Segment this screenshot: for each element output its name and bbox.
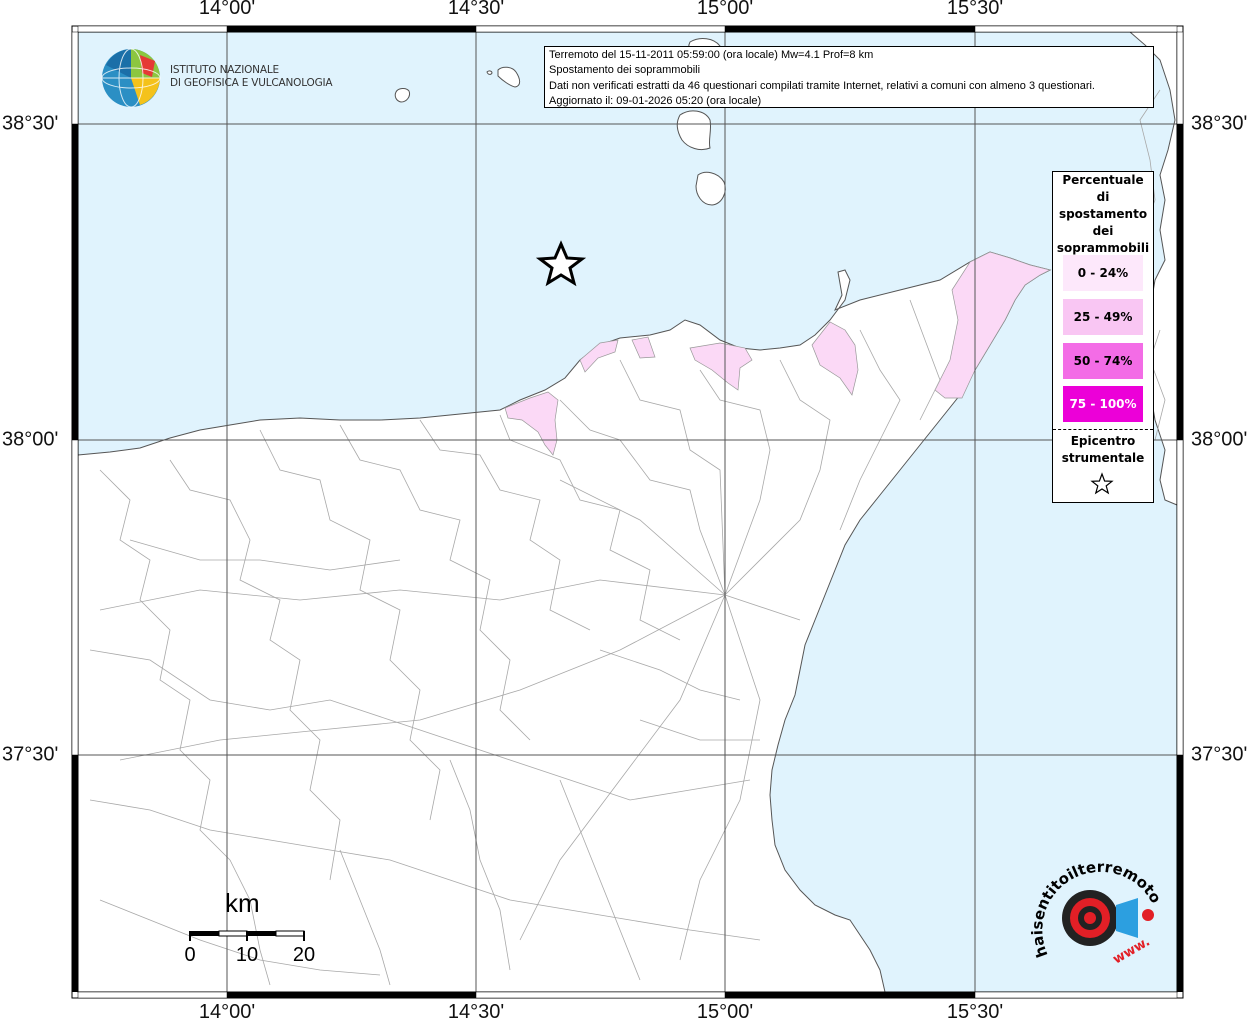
haisentito-url-text: www. bbox=[1111, 934, 1153, 967]
lon-label-bottom-1: 14°00' bbox=[198, 1001, 256, 1023]
scale-tick-20: 20 bbox=[292, 944, 316, 966]
lon-label-bottom-4: 15°30' bbox=[946, 1001, 1004, 1023]
legend-item-75-100: 75 - 100% bbox=[1063, 386, 1143, 422]
legend-epicenter-label: Epicentro strumentale bbox=[1053, 433, 1153, 467]
lat-label-left-2: 38°00' bbox=[2, 428, 59, 451]
legend-title: Percentuale di spostamento dei soprammob… bbox=[1053, 172, 1153, 257]
lon-label-top-1: 14°00' bbox=[198, 0, 256, 19]
scale-unit-label: km bbox=[225, 888, 260, 918]
scale-tick-0: 0 bbox=[184, 944, 196, 966]
legend: Percentuale di spostamento dei soprammob… bbox=[1052, 171, 1154, 503]
lat-label-left-1: 38°30' bbox=[2, 112, 59, 135]
legend-title-line-2: di bbox=[1096, 190, 1110, 204]
lat-label-right-3: 37°30' bbox=[1191, 743, 1248, 766]
legend-epicenter-line-2: strumentale bbox=[1061, 451, 1145, 465]
legend-separator bbox=[1053, 429, 1153, 430]
ingv-institute-name: ISTITUTO NAZIONALE DI GEOFISICA E VULCAN… bbox=[170, 64, 333, 90]
lon-label-bottom-2: 14°30' bbox=[447, 1001, 505, 1023]
legend-star-icon bbox=[1090, 472, 1114, 495]
legend-title-line-4: dei bbox=[1092, 224, 1114, 238]
event-line: Terremoto del 15-11-2011 05:59:00 (ora l… bbox=[549, 49, 874, 61]
legend-title-line-3: spostamento bbox=[1058, 207, 1148, 221]
data-note: Dati non verificati estratti da 46 quest… bbox=[549, 79, 1095, 92]
ingv-line-1: ISTITUTO NAZIONALE bbox=[170, 64, 279, 76]
lat-label-right-2: 38°00' bbox=[1191, 428, 1248, 451]
lon-label-top-2: 14°30' bbox=[447, 0, 505, 19]
legend-epicenter-line-1: Epicentro bbox=[1070, 434, 1136, 448]
lon-label-bottom-3: 15°00' bbox=[696, 1001, 754, 1023]
haisentito-logo-icon: haisentitoilterremoto.it www. bbox=[1028, 860, 1165, 967]
lat-label-left-3: 37°30' bbox=[2, 743, 59, 766]
legend-item-0-24: 0 - 24% bbox=[1063, 255, 1143, 291]
ingv-line-2: DI GEOFISICA E VULCANOLOGIA bbox=[170, 77, 333, 89]
map-title: Spostamento dei soprammobili bbox=[549, 64, 701, 77]
updated-line: Aggiornato il: 09-01-2026 05:20 (ora loc… bbox=[549, 94, 762, 107]
scale-tick-10: 10 bbox=[235, 944, 259, 966]
legend-item-25-49: 25 - 49% bbox=[1063, 299, 1143, 335]
lon-label-top-4: 15°30' bbox=[946, 0, 1004, 19]
lat-label-right-1: 38°30' bbox=[1191, 112, 1248, 135]
legend-title-line-1: Percentuale bbox=[1062, 173, 1144, 187]
lon-label-top-3: 15°00' bbox=[696, 0, 754, 19]
legend-item-50-74: 50 - 74% bbox=[1063, 343, 1143, 379]
event-info-box: Terremoto del 15-11-2011 05:59:00 (ora l… bbox=[544, 46, 1154, 108]
